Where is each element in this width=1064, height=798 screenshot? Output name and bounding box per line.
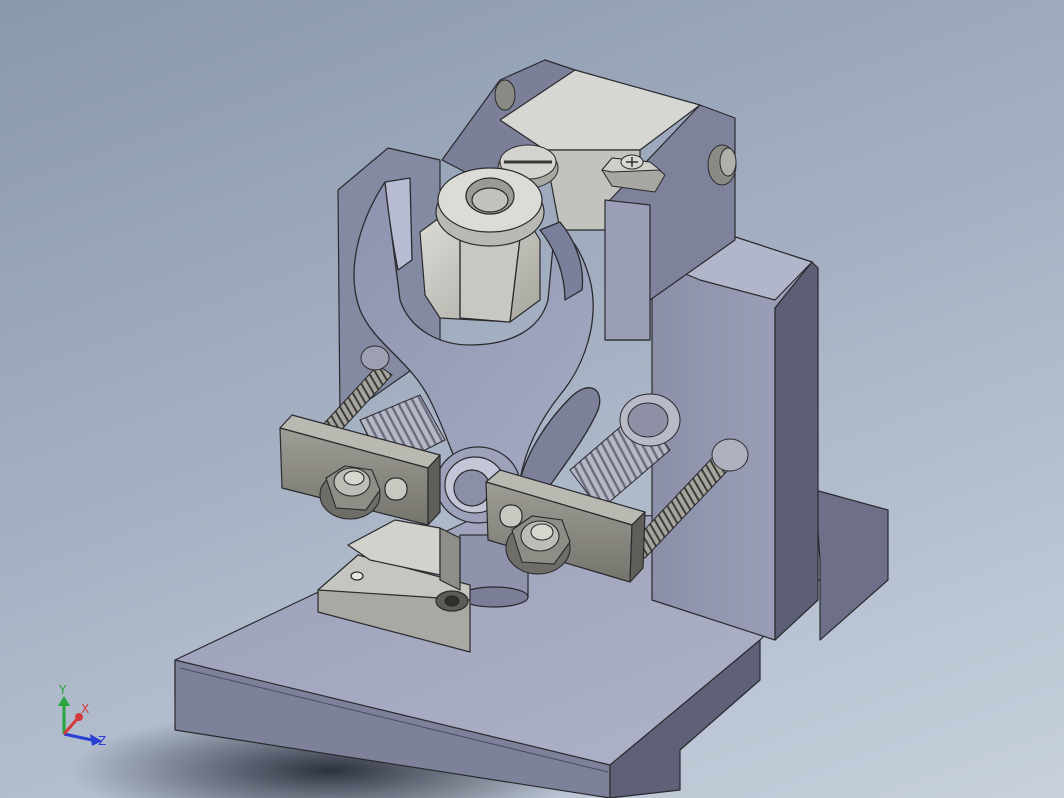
triad-y-arrow — [58, 696, 70, 706]
triad-x-label: X — [81, 702, 89, 716]
coordinate-triad[interactable]: Y X Z — [58, 683, 106, 748]
side-knob-right[interactable] — [707, 144, 737, 186]
side-knob-left[interactable] — [494, 79, 516, 111]
bracket-upright-side — [439, 527, 461, 591]
clamp-left-side — [427, 454, 441, 526]
model-view-canvas[interactable]: Y X Z — [0, 0, 1064, 798]
hex-nut-collar[interactable] — [435, 167, 545, 247]
triad-z-axis — [63, 732, 93, 742]
triad-z-label: Z — [98, 734, 106, 748]
triad-x-axis — [62, 717, 80, 735]
base-rear-block — [814, 489, 889, 641]
upright-right-face — [774, 261, 819, 641]
graphics-viewport[interactable]: Y X Z — [0, 0, 1064, 798]
slide-right-post-front — [604, 199, 651, 341]
triad-y-label: Y — [58, 683, 67, 697]
